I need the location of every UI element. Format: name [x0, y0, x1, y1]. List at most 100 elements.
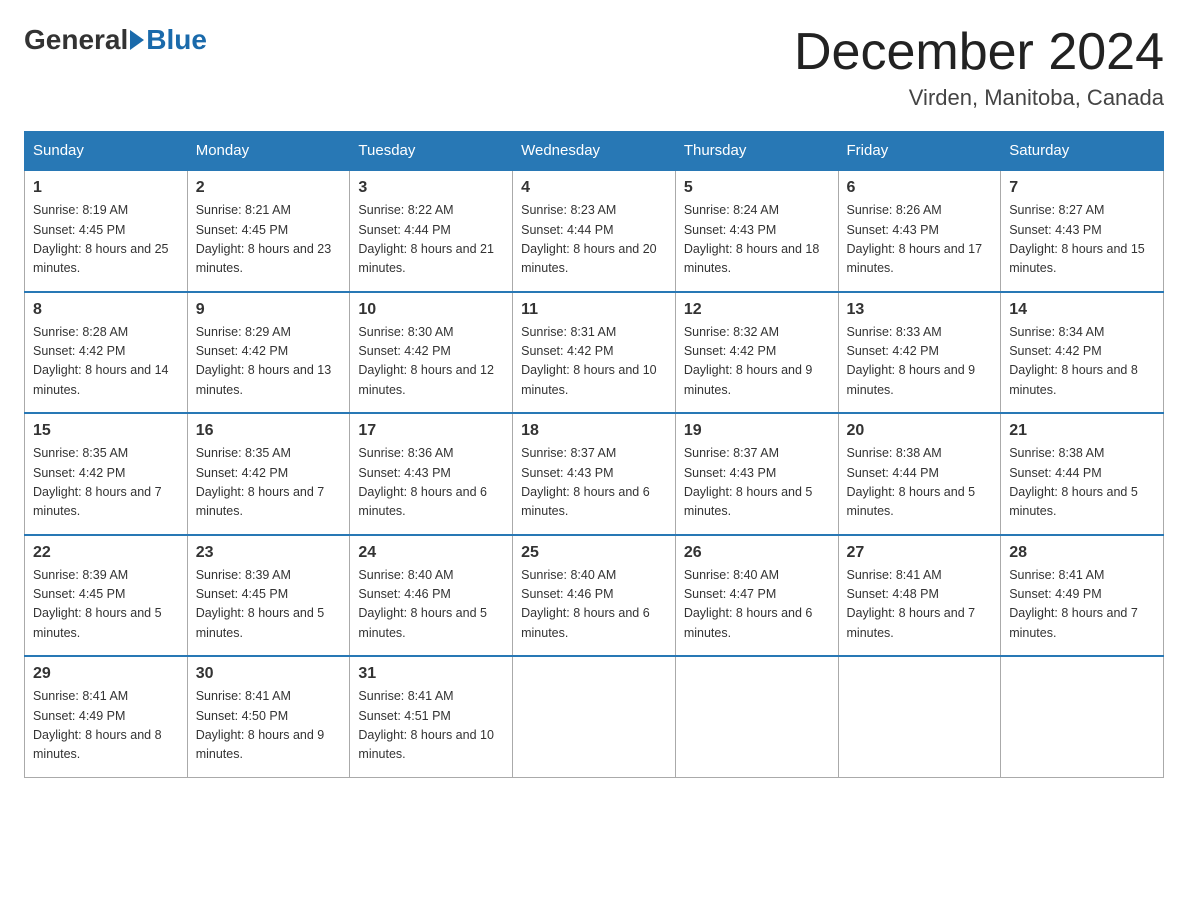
calendar-cell: 18 Sunrise: 8:37 AMSunset: 4:43 PMDaylig…	[513, 413, 676, 535]
calendar-cell: 29 Sunrise: 8:41 AMSunset: 4:49 PMDaylig…	[25, 656, 188, 777]
weekday-header-wednesday: Wednesday	[513, 132, 676, 171]
day-info: Sunrise: 8:19 AMSunset: 4:45 PMDaylight:…	[33, 203, 169, 275]
day-number: 29	[33, 665, 179, 683]
day-info: Sunrise: 8:33 AMSunset: 4:42 PMDaylight:…	[847, 325, 976, 397]
calendar-cell: 14 Sunrise: 8:34 AMSunset: 4:42 PMDaylig…	[1001, 292, 1164, 414]
day-info: Sunrise: 8:41 AMSunset: 4:49 PMDaylight:…	[33, 689, 162, 761]
day-number: 15	[33, 422, 179, 440]
calendar-cell: 5 Sunrise: 8:24 AMSunset: 4:43 PMDayligh…	[675, 170, 838, 292]
day-info: Sunrise: 8:38 AMSunset: 4:44 PMDaylight:…	[847, 446, 976, 518]
day-info: Sunrise: 8:30 AMSunset: 4:42 PMDaylight:…	[358, 325, 494, 397]
day-number: 9	[196, 301, 342, 319]
day-info: Sunrise: 8:38 AMSunset: 4:44 PMDaylight:…	[1009, 446, 1138, 518]
day-info: Sunrise: 8:22 AMSunset: 4:44 PMDaylight:…	[358, 203, 494, 275]
day-info: Sunrise: 8:40 AMSunset: 4:47 PMDaylight:…	[684, 568, 813, 640]
day-info: Sunrise: 8:24 AMSunset: 4:43 PMDaylight:…	[684, 203, 820, 275]
day-number: 10	[358, 301, 504, 319]
calendar-cell: 8 Sunrise: 8:28 AMSunset: 4:42 PMDayligh…	[25, 292, 188, 414]
day-number: 5	[684, 179, 830, 197]
day-number: 4	[521, 179, 667, 197]
day-number: 22	[33, 544, 179, 562]
day-number: 6	[847, 179, 993, 197]
day-number: 12	[684, 301, 830, 319]
calendar-cell: 13 Sunrise: 8:33 AMSunset: 4:42 PMDaylig…	[838, 292, 1001, 414]
day-number: 16	[196, 422, 342, 440]
day-number: 26	[684, 544, 830, 562]
calendar-cell: 27 Sunrise: 8:41 AMSunset: 4:48 PMDaylig…	[838, 535, 1001, 657]
logo: General Blue	[24, 24, 207, 56]
calendar-week-row: 22 Sunrise: 8:39 AMSunset: 4:45 PMDaylig…	[25, 535, 1164, 657]
calendar-cell: 22 Sunrise: 8:39 AMSunset: 4:45 PMDaylig…	[25, 535, 188, 657]
day-number: 17	[358, 422, 504, 440]
title-block: December 2024 Virden, Manitoba, Canada	[794, 24, 1164, 111]
day-number: 14	[1009, 301, 1155, 319]
day-number: 7	[1009, 179, 1155, 197]
calendar-cell: 31 Sunrise: 8:41 AMSunset: 4:51 PMDaylig…	[350, 656, 513, 777]
day-info: Sunrise: 8:26 AMSunset: 4:43 PMDaylight:…	[847, 203, 983, 275]
calendar-cell: 11 Sunrise: 8:31 AMSunset: 4:42 PMDaylig…	[513, 292, 676, 414]
calendar-cell	[1001, 656, 1164, 777]
weekday-header-row: SundayMondayTuesdayWednesdayThursdayFrid…	[25, 132, 1164, 171]
day-info: Sunrise: 8:39 AMSunset: 4:45 PMDaylight:…	[33, 568, 162, 640]
day-info: Sunrise: 8:40 AMSunset: 4:46 PMDaylight:…	[521, 568, 650, 640]
day-info: Sunrise: 8:28 AMSunset: 4:42 PMDaylight:…	[33, 325, 169, 397]
calendar-cell	[838, 656, 1001, 777]
day-info: Sunrise: 8:35 AMSunset: 4:42 PMDaylight:…	[196, 446, 325, 518]
day-number: 19	[684, 422, 830, 440]
logo-arrow-icon	[130, 30, 144, 50]
day-info: Sunrise: 8:21 AMSunset: 4:45 PMDaylight:…	[196, 203, 332, 275]
calendar-cell	[513, 656, 676, 777]
day-info: Sunrise: 8:41 AMSunset: 4:49 PMDaylight:…	[1009, 568, 1138, 640]
day-number: 1	[33, 179, 179, 197]
calendar-cell: 4 Sunrise: 8:23 AMSunset: 4:44 PMDayligh…	[513, 170, 676, 292]
day-info: Sunrise: 8:32 AMSunset: 4:42 PMDaylight:…	[684, 325, 813, 397]
day-info: Sunrise: 8:37 AMSunset: 4:43 PMDaylight:…	[521, 446, 650, 518]
day-number: 31	[358, 665, 504, 683]
calendar-cell: 6 Sunrise: 8:26 AMSunset: 4:43 PMDayligh…	[838, 170, 1001, 292]
calendar-cell: 16 Sunrise: 8:35 AMSunset: 4:42 PMDaylig…	[187, 413, 350, 535]
calendar-cell: 17 Sunrise: 8:36 AMSunset: 4:43 PMDaylig…	[350, 413, 513, 535]
day-number: 3	[358, 179, 504, 197]
calendar-cell: 2 Sunrise: 8:21 AMSunset: 4:45 PMDayligh…	[187, 170, 350, 292]
day-info: Sunrise: 8:39 AMSunset: 4:45 PMDaylight:…	[196, 568, 325, 640]
day-number: 23	[196, 544, 342, 562]
calendar-cell: 15 Sunrise: 8:35 AMSunset: 4:42 PMDaylig…	[25, 413, 188, 535]
calendar-cell: 1 Sunrise: 8:19 AMSunset: 4:45 PMDayligh…	[25, 170, 188, 292]
weekday-header-saturday: Saturday	[1001, 132, 1164, 171]
day-info: Sunrise: 8:34 AMSunset: 4:42 PMDaylight:…	[1009, 325, 1138, 397]
calendar-week-row: 8 Sunrise: 8:28 AMSunset: 4:42 PMDayligh…	[25, 292, 1164, 414]
day-number: 21	[1009, 422, 1155, 440]
calendar-cell: 12 Sunrise: 8:32 AMSunset: 4:42 PMDaylig…	[675, 292, 838, 414]
calendar-cell: 23 Sunrise: 8:39 AMSunset: 4:45 PMDaylig…	[187, 535, 350, 657]
calendar-cell: 26 Sunrise: 8:40 AMSunset: 4:47 PMDaylig…	[675, 535, 838, 657]
day-info: Sunrise: 8:29 AMSunset: 4:42 PMDaylight:…	[196, 325, 332, 397]
day-info: Sunrise: 8:36 AMSunset: 4:43 PMDaylight:…	[358, 446, 487, 518]
calendar-cell: 30 Sunrise: 8:41 AMSunset: 4:50 PMDaylig…	[187, 656, 350, 777]
location-title: Virden, Manitoba, Canada	[794, 85, 1164, 111]
calendar-cell: 7 Sunrise: 8:27 AMSunset: 4:43 PMDayligh…	[1001, 170, 1164, 292]
day-info: Sunrise: 8:27 AMSunset: 4:43 PMDaylight:…	[1009, 203, 1145, 275]
weekday-header-monday: Monday	[187, 132, 350, 171]
day-number: 11	[521, 301, 667, 319]
day-info: Sunrise: 8:31 AMSunset: 4:42 PMDaylight:…	[521, 325, 657, 397]
weekday-header-friday: Friday	[838, 132, 1001, 171]
day-number: 2	[196, 179, 342, 197]
calendar-week-row: 29 Sunrise: 8:41 AMSunset: 4:49 PMDaylig…	[25, 656, 1164, 777]
calendar-cell: 28 Sunrise: 8:41 AMSunset: 4:49 PMDaylig…	[1001, 535, 1164, 657]
day-number: 8	[33, 301, 179, 319]
day-number: 27	[847, 544, 993, 562]
day-info: Sunrise: 8:35 AMSunset: 4:42 PMDaylight:…	[33, 446, 162, 518]
day-info: Sunrise: 8:41 AMSunset: 4:51 PMDaylight:…	[358, 689, 494, 761]
calendar-week-row: 15 Sunrise: 8:35 AMSunset: 4:42 PMDaylig…	[25, 413, 1164, 535]
day-info: Sunrise: 8:37 AMSunset: 4:43 PMDaylight:…	[684, 446, 813, 518]
calendar-cell	[675, 656, 838, 777]
day-number: 18	[521, 422, 667, 440]
calendar-cell: 9 Sunrise: 8:29 AMSunset: 4:42 PMDayligh…	[187, 292, 350, 414]
weekday-header-thursday: Thursday	[675, 132, 838, 171]
weekday-header-sunday: Sunday	[25, 132, 188, 171]
logo-general-text: General	[24, 24, 128, 56]
page-header: General Blue December 2024 Virden, Manit…	[24, 24, 1164, 111]
day-info: Sunrise: 8:23 AMSunset: 4:44 PMDaylight:…	[521, 203, 657, 275]
calendar-week-row: 1 Sunrise: 8:19 AMSunset: 4:45 PMDayligh…	[25, 170, 1164, 292]
day-info: Sunrise: 8:41 AMSunset: 4:48 PMDaylight:…	[847, 568, 976, 640]
